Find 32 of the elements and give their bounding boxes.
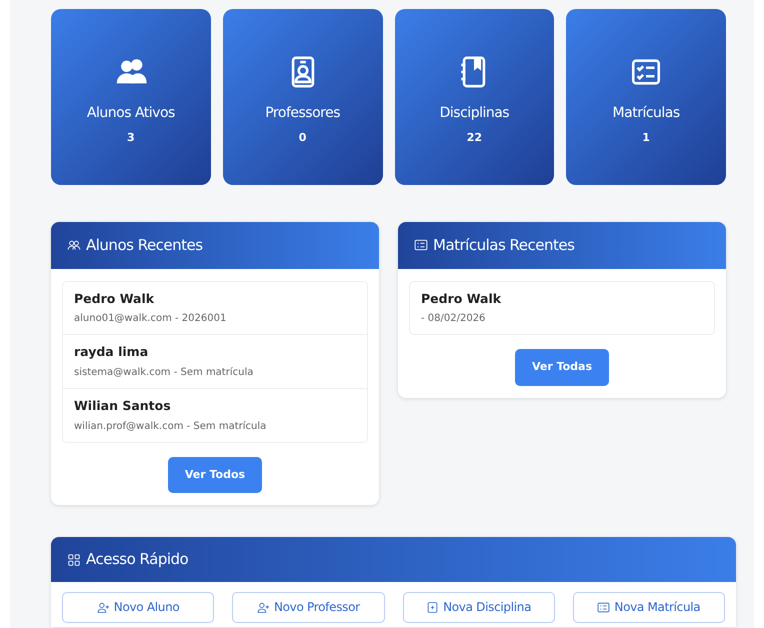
panel-title: Acesso Rápido [86, 549, 188, 570]
item-name: rayda lima [74, 343, 150, 362]
item-detail: wilian.prof@walk.com - Sem matrícula [74, 420, 268, 434]
view-all-button[interactable]: Ver Todas [514, 349, 610, 386]
stat-value: 1 [642, 130, 650, 146]
stat-value: 0 [298, 130, 306, 146]
quick-access-button[interactable]: Novo Professor [232, 592, 384, 623]
item-name: Pedro Walk [421, 290, 502, 308]
view-all-button[interactable]: Ver Todos [168, 456, 262, 494]
stat-value: 3 [127, 130, 135, 146]
plus-square-icon [426, 600, 440, 614]
panel-title: Matrículas Recentes [433, 235, 574, 256]
grid-icon [67, 552, 81, 566]
stat-label: Professores [265, 104, 340, 124]
quick-access-button[interactable]: Nova Matrícula [572, 592, 725, 623]
people-icon [67, 238, 81, 252]
item-detail: sistema@walk.com - Sem matrícula [74, 366, 254, 380]
quick-access-button[interactable]: Nova Disciplina [402, 592, 555, 623]
person-plus-icon [256, 600, 270, 614]
stat-label: Matrículas [612, 104, 680, 124]
stat-label: Disciplinas [440, 104, 510, 124]
quick-access-button[interactable]: Novo Aluno [62, 592, 214, 623]
stat-value: 22 [466, 130, 482, 146]
item-name: Wilian Santos [74, 397, 172, 415]
item-detail: aluno01@walk.com - 2026001 [74, 312, 228, 326]
panel-title: Alunos Recentes [86, 235, 203, 256]
card-list-icon [414, 238, 428, 252]
person-plus-icon [96, 600, 110, 614]
card-list-icon [597, 600, 610, 614]
item-name: Pedro Walk [74, 290, 156, 308]
stat-label: Alunos Ativos [86, 104, 175, 124]
item-detail: - 08/02/2026 [421, 312, 486, 326]
